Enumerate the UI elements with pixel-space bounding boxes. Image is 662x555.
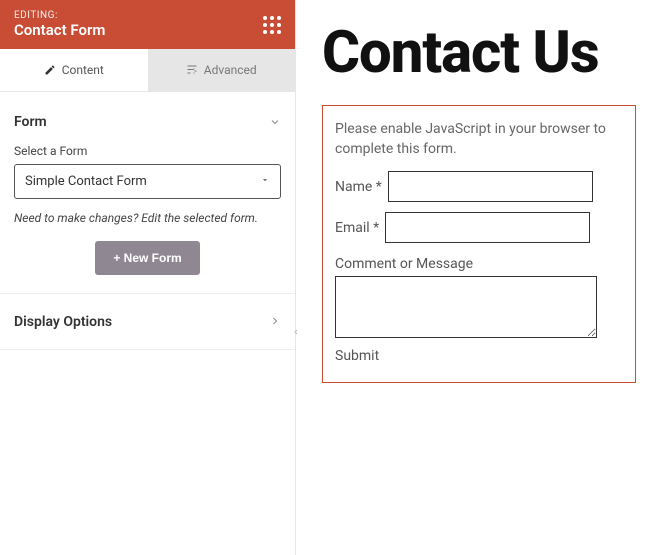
display-options-title: Display Options <box>14 314 112 330</box>
display-options-toggle[interactable]: Display Options <box>0 294 295 350</box>
tab-content-label: Content <box>62 63 104 77</box>
chevron-right-icon <box>269 312 281 331</box>
form-section: Form Select a Form Simple Contact Form N… <box>0 92 295 294</box>
comment-textarea[interactable] <box>335 276 597 338</box>
form-select[interactable]: Simple Contact Form <box>14 164 281 199</box>
email-label: Email * <box>335 220 379 236</box>
apps-icon[interactable] <box>263 16 281 34</box>
form-help-text: Need to make changes? Edit the selected … <box>14 209 281 227</box>
form-preview: Please enable JavaScript in your browser… <box>322 105 636 383</box>
select-form-label: Select a Form <box>14 144 281 158</box>
editor-tabs: Content Advanced <box>0 49 295 92</box>
chevron-down-icon <box>269 116 281 128</box>
panel-collapse-handle[interactable] <box>290 322 302 342</box>
new-form-button[interactable]: + New Form <box>95 241 199 275</box>
preview-pane: Contact Us Please enable JavaScript in y… <box>296 0 662 555</box>
editor-sidebar: EDITING: Contact Form Content Advanced F… <box>0 0 296 555</box>
settings-icon <box>186 64 198 76</box>
name-input[interactable] <box>388 171 593 202</box>
js-warning: Please enable JavaScript in your browser… <box>335 120 623 159</box>
tab-advanced[interactable]: Advanced <box>148 49 296 91</box>
pencil-icon <box>44 64 56 76</box>
form-section-toggle[interactable]: Form <box>14 108 281 144</box>
page-heading: Contact Us <box>322 24 636 83</box>
name-label: Name * <box>335 179 382 195</box>
widget-title: Contact Form <box>14 21 105 39</box>
form-section-title: Form <box>14 114 47 130</box>
form-select-value: Simple Contact Form <box>25 174 147 189</box>
tab-advanced-label: Advanced <box>204 63 257 77</box>
submit-button[interactable]: Submit <box>335 348 623 364</box>
email-input[interactable] <box>385 212 590 243</box>
comment-label: Comment or Message <box>335 256 473 272</box>
tab-content[interactable]: Content <box>0 49 148 91</box>
caret-down-icon <box>260 174 270 189</box>
sidebar-header: EDITING: Contact Form <box>0 0 295 49</box>
editing-label: EDITING: <box>14 10 105 21</box>
